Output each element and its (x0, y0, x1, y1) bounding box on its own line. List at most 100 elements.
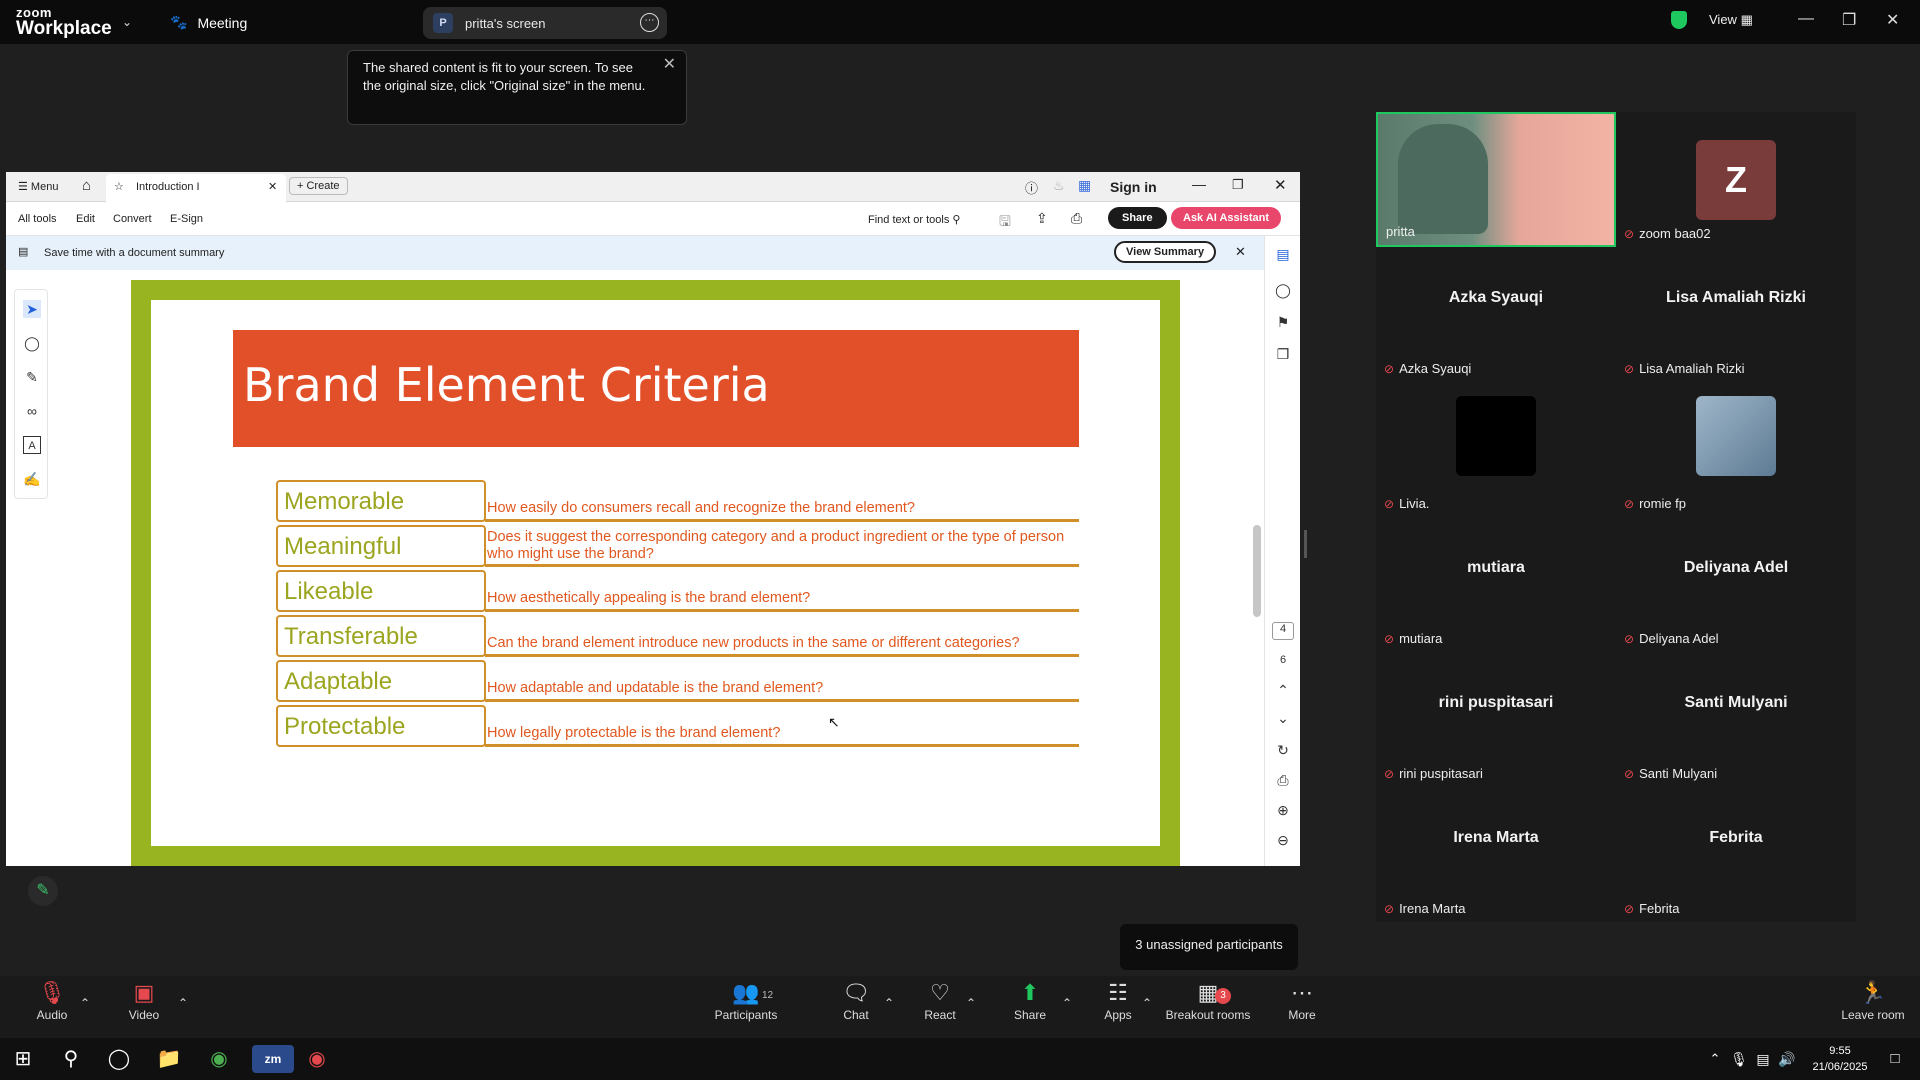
zoom-taskbar-icon[interactable]: zm (252, 1045, 294, 1073)
participant-tile[interactable]: Santi Mulyani ⊘ Santi Mulyani (1616, 652, 1856, 787)
bell-icon[interactable]: ♨ (1053, 178, 1065, 194)
participant-name: Livia. (1399, 496, 1430, 511)
menu-button[interactable]: ☰ Menu (18, 180, 58, 193)
bookmarks-icon[interactable]: ⚑ (1274, 314, 1292, 332)
slide-title-bar: Brand Element Criteria (233, 330, 1079, 447)
edit-menu[interactable]: Edit (76, 213, 95, 225)
chrome-profile-icon[interactable]: ◉ (302, 1045, 332, 1073)
print-icon[interactable]: ⎙ (1071, 210, 1082, 227)
participant-name: Febrita (1639, 901, 1680, 916)
upload-icon[interactable]: ⇪ (1036, 210, 1048, 227)
scrollbar-thumb[interactable] (1253, 525, 1261, 617)
participant-tile[interactable]: rini puspitasari ⊘ rini puspitasari (1376, 652, 1616, 787)
chat-options-icon[interactable]: ⌃ (884, 996, 894, 1010)
select-cursor-icon[interactable]: ➤ (23, 300, 41, 318)
participant-tile[interactable]: Azka Syauqi ⊘ Azka Syauqi (1376, 247, 1616, 382)
chrome-icon[interactable]: ◉ (204, 1045, 234, 1073)
rotate-icon[interactable]: ↻ (1274, 742, 1292, 760)
highlight-icon[interactable]: ✎ (23, 368, 41, 386)
apps-options-icon[interactable]: ⌃ (1142, 996, 1152, 1010)
participant-tile[interactable]: Lisa Amaliah Rizki ⊘ Lisa Amaliah Rizki (1616, 247, 1856, 382)
text-box-icon[interactable]: A (23, 436, 41, 454)
help-icon[interactable]: ⓘ (1025, 178, 1038, 197)
esign-menu[interactable]: E-Sign (170, 213, 203, 225)
zoom-out-icon[interactable]: ⊖ (1274, 832, 1292, 850)
participant-tile[interactable]: Deliyana Adel ⊘ Deliyana Adel (1616, 517, 1856, 652)
participant-tile[interactable]: Febrita ⊘ Febrita (1616, 787, 1856, 922)
sign-icon[interactable]: ✍ (23, 470, 41, 488)
more-label: More (1288, 1008, 1316, 1022)
sign-in-link[interactable]: Sign in (1110, 179, 1157, 195)
more-options-icon[interactable]: ⋯ (640, 13, 659, 32)
video-options-icon[interactable]: ⌃ (178, 996, 188, 1010)
summary-panel-icon[interactable]: ▤ (1274, 246, 1292, 264)
volume-icon[interactable]: 🔊 (1772, 1045, 1802, 1073)
search-icon[interactable]: ⚲ (56, 1045, 86, 1073)
star-icon[interactable]: ☆ (114, 180, 124, 193)
ask-ai-assistant-button[interactable]: Ask AI Assistant (1171, 207, 1281, 229)
task-view-icon[interactable]: ◯ (104, 1045, 134, 1073)
current-page-input[interactable]: 4 (1272, 622, 1294, 640)
close-tab-icon[interactable]: ✕ (268, 180, 277, 193)
notifications-icon[interactable]: □ (1880, 1045, 1910, 1073)
pages-icon[interactable]: ❐ (1274, 346, 1292, 364)
meeting-tab[interactable]: 🐾 Meeting (170, 14, 247, 31)
participants-button[interactable]: 👥 Participants (706, 976, 786, 1022)
share-button[interactable]: Share (1108, 207, 1167, 229)
audio-options-icon[interactable]: ⌃ (80, 996, 90, 1010)
participant-tile[interactable]: Z ⊘ zoom baa02 (1616, 112, 1856, 247)
avatar (1696, 396, 1776, 476)
leave-room-button[interactable]: 🏃 Leave room (1830, 976, 1916, 1022)
windows-start-icon[interactable]: ⊞ (8, 1045, 38, 1073)
comment-icon[interactable]: ◯ (23, 334, 41, 352)
chevron-down-icon[interactable]: ⌄ (122, 15, 132, 29)
restore-icon[interactable]: ❐ (1232, 177, 1244, 193)
close-banner-icon[interactable]: ✕ (1235, 244, 1246, 260)
react-options-icon[interactable]: ⌃ (966, 996, 976, 1010)
close-icon[interactable]: ✕ (1886, 10, 1899, 30)
page-down-icon[interactable]: ⌄ (1274, 710, 1292, 728)
find-tools-input[interactable]: Find text or tools ⚲ (868, 213, 960, 226)
participant-tile[interactable]: pritta (1376, 112, 1616, 247)
breakout-rooms-button[interactable]: ▦ Breakout rooms (1158, 976, 1258, 1022)
close-icon[interactable]: ✕ (1274, 176, 1287, 194)
view-summary-button[interactable]: View Summary (1114, 241, 1217, 263)
clock[interactable]: 9:55 21/06/2025 (1800, 1043, 1880, 1075)
participants-gallery: pritta Z ⊘ zoom baa02 Azka Syauqi ⊘ Azka Syauq… (1376, 112, 1856, 922)
criterion-underline (485, 609, 1079, 612)
home-icon[interactable]: ⌂ (82, 177, 91, 194)
criterion-question: Can the brand element introduce new prod… (487, 635, 1020, 651)
share-screen-button[interactable]: ⬆ Share (990, 976, 1070, 1022)
zoom-in-icon[interactable]: ⊕ (1274, 802, 1292, 820)
minimize-icon[interactable]: — (1798, 10, 1814, 28)
participant-name-tag: ⊘ Lisa Amaliah Rizki (1624, 361, 1745, 376)
file-explorer-icon[interactable]: 📁 (154, 1045, 184, 1073)
document-tab[interactable]: ☆ Introduction I ✕ (106, 174, 286, 202)
comments-panel-icon[interactable]: ◯ (1274, 282, 1292, 300)
all-tools-menu[interactable]: All tools (18, 213, 57, 225)
participant-tile[interactable]: Irena Marta ⊘ Irena Marta (1376, 787, 1616, 922)
participant-tile[interactable]: ⊘ Livia. (1376, 382, 1616, 517)
share-screen-tab[interactable]: P pritta's screen ⋯ (423, 7, 667, 39)
create-button[interactable]: + Create (289, 177, 348, 195)
participant-name: zoom baa02 (1639, 226, 1711, 241)
extract-icon[interactable]: ⎙ (1274, 772, 1292, 790)
share-options-icon[interactable]: ⌃ (1062, 996, 1072, 1010)
video-button[interactable]: ▣ Video (104, 976, 184, 1022)
more-button[interactable]: ⋯ More (1262, 976, 1342, 1022)
annotate-pencil-icon[interactable]: ✎ (28, 876, 58, 906)
draw-icon[interactable]: ∞ (23, 402, 41, 420)
participant-display-name: mutiara (1467, 559, 1525, 576)
shield-icon[interactable] (1671, 11, 1687, 29)
restore-icon[interactable]: ❐ (1842, 10, 1856, 30)
resize-handle[interactable] (1304, 530, 1307, 558)
view-button[interactable]: View ▦ (1709, 12, 1753, 28)
save-icon[interactable]: 🖫 (999, 211, 1011, 235)
close-icon[interactable]: ✕ (663, 56, 676, 74)
participant-tile[interactable]: ⊘ romie fp (1616, 382, 1856, 517)
participant-tile[interactable]: mutiara ⊘ mutiara (1376, 517, 1616, 652)
apps-grid-icon[interactable]: ▦ (1078, 177, 1091, 194)
page-up-icon[interactable]: ⌃ (1274, 682, 1292, 700)
minimize-icon[interactable]: — (1192, 176, 1206, 192)
convert-menu[interactable]: Convert (113, 213, 152, 225)
